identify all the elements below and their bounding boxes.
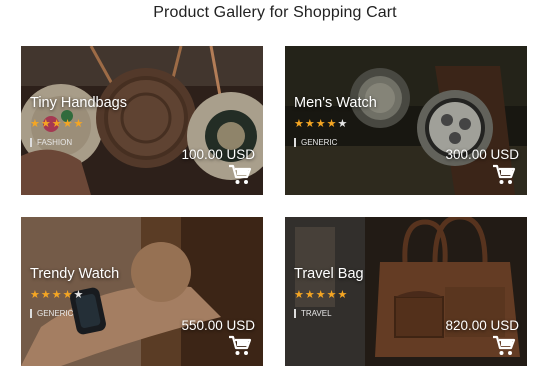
product-price: 820.00 USD (445, 318, 519, 333)
product-price: 100.00 USD (181, 147, 255, 162)
page-title: Product Gallery for Shopping Cart (153, 4, 397, 21)
star-icon: ★ (62, 118, 74, 130)
rating-stars: ★★★★★ (294, 117, 348, 130)
shopping-cart-icon[interactable] (228, 164, 252, 186)
star-icon: ★ (337, 289, 349, 301)
star-icon: ★ (30, 118, 41, 130)
product-card[interactable]: Men's Watch ★★★★★ GENERIC 300.00 USD (285, 46, 527, 195)
product-price: 300.00 USD (445, 147, 519, 162)
star-icon: ★ (51, 289, 63, 301)
product-price: 550.00 USD (181, 318, 255, 333)
star-icon: ★ (326, 118, 338, 130)
rating-stars: ★★★★★ (30, 117, 84, 130)
star-icon: ★ (304, 118, 316, 130)
product-card[interactable]: Tiny Handbags ★★★★★ FASHION 100.00 USD (21, 46, 263, 195)
star-icon: ★ (326, 289, 338, 301)
star-icon: ★ (73, 289, 85, 301)
star-icon: ★ (337, 118, 349, 130)
star-icon: ★ (30, 289, 41, 301)
star-icon: ★ (304, 289, 316, 301)
product-name: Travel Bag (294, 266, 364, 282)
star-icon: ★ (315, 118, 327, 130)
star-icon: ★ (73, 118, 85, 130)
shopping-cart-icon[interactable] (492, 335, 516, 357)
category-tag: GENERIC (30, 309, 73, 318)
star-icon: ★ (51, 118, 63, 130)
star-icon: ★ (294, 118, 305, 130)
category-tag: FASHION (30, 138, 72, 147)
rating-stars: ★★★★★ (294, 288, 348, 301)
star-icon: ★ (62, 289, 74, 301)
category-tag: TRAVEL (294, 309, 332, 318)
shopping-cart-icon[interactable] (228, 335, 252, 357)
category-tag: GENERIC (294, 138, 337, 147)
product-name: Men's Watch (294, 95, 377, 111)
rating-stars: ★★★★★ (30, 288, 84, 301)
star-icon: ★ (294, 289, 305, 301)
product-card[interactable]: Trendy Watch ★★★★★ GENERIC 550.00 USD (21, 217, 263, 366)
product-name: Tiny Handbags (30, 95, 127, 111)
star-icon: ★ (315, 289, 327, 301)
product-name: Trendy Watch (30, 266, 120, 282)
star-icon: ★ (40, 118, 52, 130)
star-icon: ★ (40, 289, 52, 301)
product-card[interactable]: Travel Bag ★★★★★ TRAVEL 820.00 USD (285, 217, 527, 366)
shopping-cart-icon[interactable] (492, 164, 516, 186)
